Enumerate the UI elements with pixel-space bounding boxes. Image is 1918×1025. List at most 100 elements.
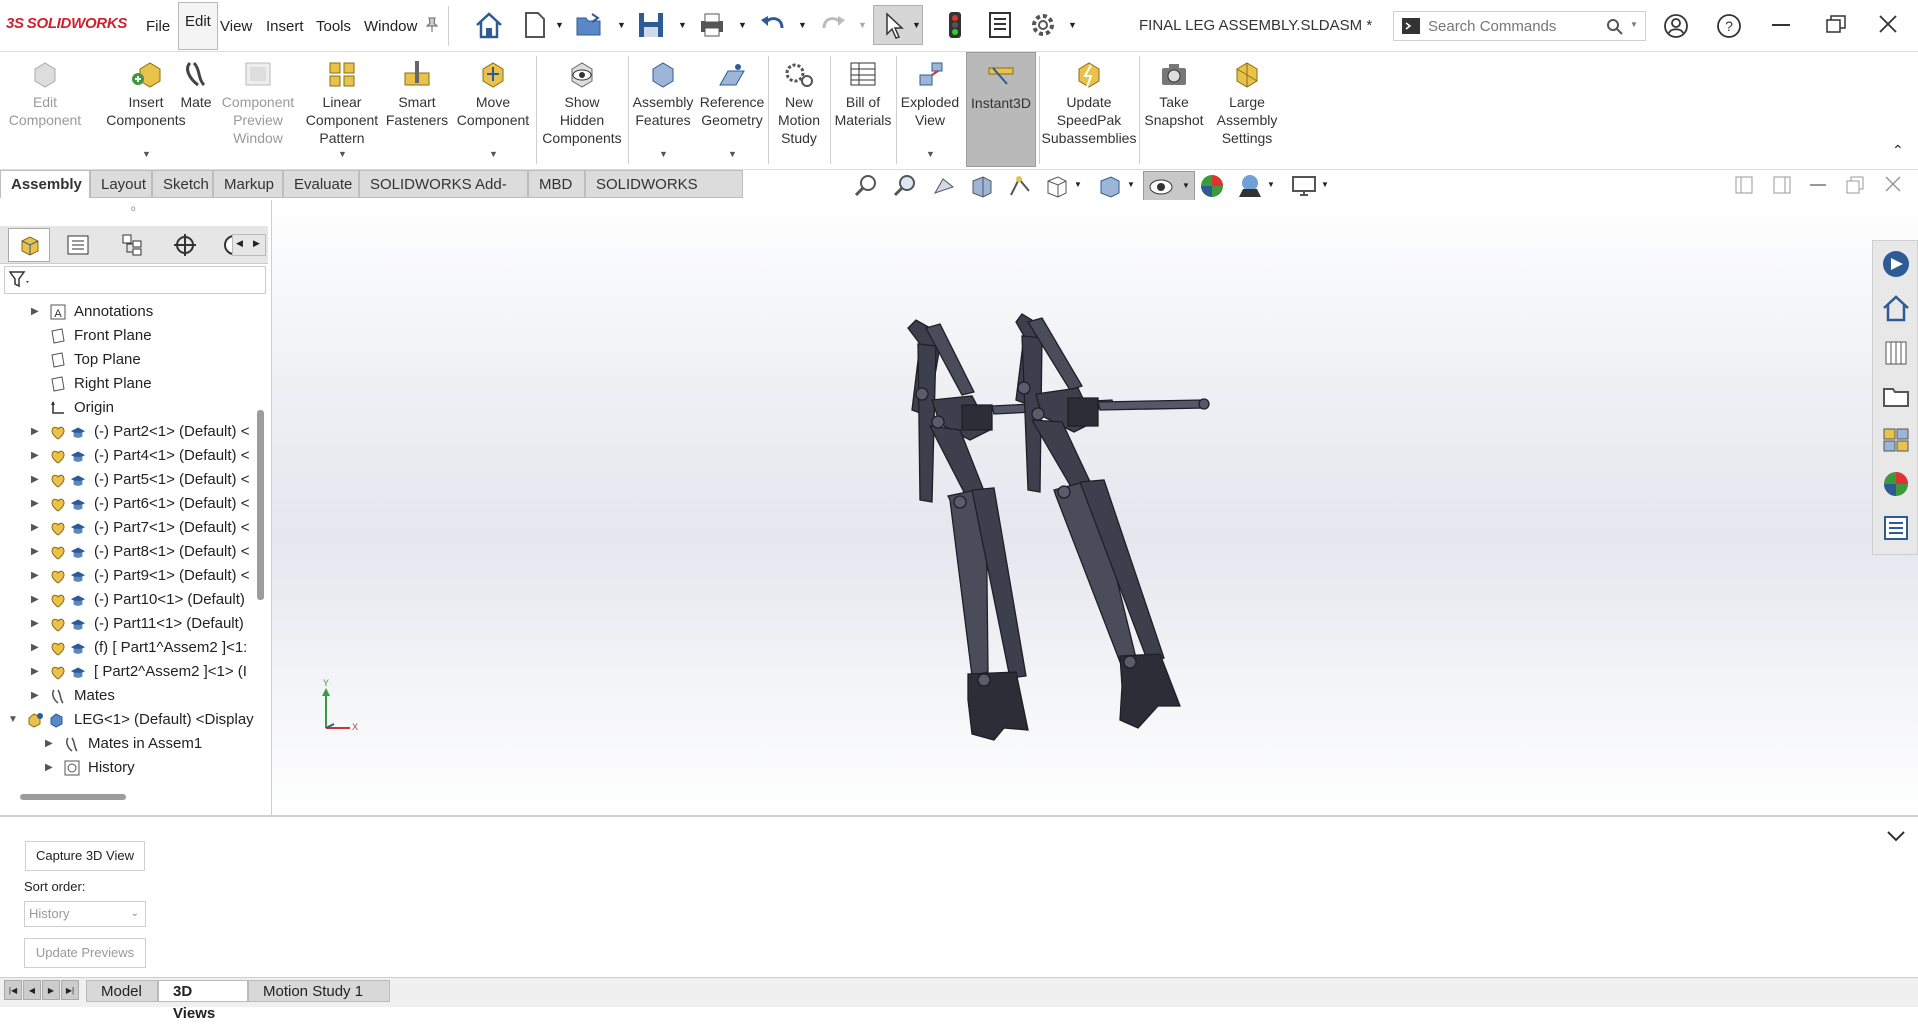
tab-solidworks-add-ins[interactable]: SOLIDWORKS Add-Ins — [359, 170, 528, 221]
edit-component-button[interactable]: Edit Component — [3, 52, 87, 167]
tab-mbd[interactable]: MBD — [528, 170, 585, 198]
scroll-right-icon[interactable]: ▶ — [253, 238, 260, 249]
pin-icon[interactable] — [425, 17, 439, 33]
exploded-view-dropdown-icon[interactable]: ▼ — [926, 145, 935, 163]
expand-arrow-icon[interactable]: ▶ — [31, 300, 39, 324]
menu-insert[interactable]: Insert — [266, 18, 304, 35]
view-settings-icon[interactable] — [1291, 173, 1317, 199]
rebuild-icon[interactable] — [940, 10, 970, 40]
user-account-icon[interactable] — [1663, 13, 1689, 39]
sort-order-select[interactable]: History ⌄ — [24, 901, 146, 927]
close-window-icon[interactable] — [1879, 15, 1897, 33]
next-tab-icon[interactable]: ▶ — [42, 980, 60, 1000]
manager-tabs-scroll[interactable]: ◀ ▶ — [232, 234, 266, 256]
graphics-area[interactable]: Y X — [272, 200, 1918, 815]
undo-icon[interactable] — [758, 10, 788, 40]
help-icon[interactable]: ? — [1716, 13, 1742, 39]
menu-file[interactable]: File — [146, 18, 170, 35]
search-icon[interactable] — [1606, 18, 1624, 36]
assembly-features-button[interactable]: Assembly Features ▼ — [630, 52, 696, 167]
redo-dropdown-icon[interactable]: ▼ — [858, 20, 867, 30]
expand-arrow-icon[interactable]: ▶ — [31, 660, 39, 684]
display-style-icon[interactable] — [1097, 173, 1123, 199]
tab-evaluate[interactable]: Evaluate — [283, 170, 359, 198]
dynamic-annotation-icon[interactable] — [1007, 173, 1033, 199]
linear-component-pattern-button[interactable]: Linear Component Pattern ▼ — [304, 52, 380, 167]
expand-arrow-icon[interactable]: ▶ — [31, 468, 39, 492]
first-tab-icon[interactable]: |◀ — [4, 980, 22, 1000]
tile-left-icon[interactable] — [1735, 176, 1753, 194]
large-assembly-settings-button[interactable]: Large Assembly Settings — [1209, 52, 1285, 167]
featuremanager-tab[interactable] — [8, 228, 50, 262]
options-gear-icon[interactable] — [1028, 10, 1058, 40]
reference-geometry-dropdown-icon[interactable]: ▼ — [728, 145, 737, 163]
expand-arrow-icon[interactable]: ▶ — [31, 636, 39, 660]
collapse-panel-chevron-icon[interactable] — [1886, 829, 1906, 843]
minimize-window-icon[interactable] — [1772, 24, 1790, 28]
show-hidden-components-button[interactable]: Show Hidden Components — [538, 52, 626, 167]
home-icon[interactable] — [474, 10, 504, 40]
section-view-icon[interactable] — [969, 173, 995, 199]
tab-motion-study-1[interactable]: Motion Study 1 — [248, 980, 390, 1002]
hide-show-items-button[interactable]: ▼ — [1143, 171, 1195, 201]
panel-grip-icon[interactable]: o — [131, 204, 135, 213]
view-settings-dropdown-icon[interactable]: ▼ — [1321, 180, 1329, 189]
open-dropdown-icon[interactable]: ▼ — [617, 20, 626, 30]
tile-right-icon[interactable] — [1773, 176, 1791, 194]
menu-view[interactable]: View — [220, 18, 252, 35]
tab-3d-views[interactable]: 3D Views — [158, 980, 248, 1022]
search-dropdown-icon[interactable]: ▼ — [1630, 20, 1638, 29]
move-component-dropdown-icon[interactable]: ▼ — [489, 145, 498, 163]
assembly-features-dropdown-icon[interactable]: ▼ — [659, 145, 668, 163]
new-dropdown-icon[interactable]: ▼ — [555, 20, 564, 30]
viewport-minimize-icon[interactable] — [1810, 184, 1826, 188]
tab-solidworks-cam[interactable]: SOLIDWORKS CAM — [585, 170, 743, 221]
options-dropdown-icon[interactable]: ▼ — [1068, 20, 1077, 30]
new-motion-study-button[interactable]: New Motion Study — [770, 52, 828, 167]
expand-arrow-icon[interactable]: ▶ — [45, 780, 53, 786]
tab-assembly[interactable]: Assembly — [0, 170, 90, 198]
tree-horizontal-scrollbar[interactable] — [20, 794, 126, 800]
appearances-icon[interactable] — [1881, 469, 1911, 499]
task-pane-home-icon[interactable] — [1881, 293, 1911, 323]
redo-icon[interactable] — [818, 10, 848, 40]
reference-geometry-button[interactable]: Reference Geometry ▼ — [698, 52, 766, 167]
custom-properties-icon[interactable] — [1881, 513, 1911, 543]
prev-tab-icon[interactable]: ◀ — [23, 980, 41, 1000]
leg-assembly-model[interactable] — [272, 200, 1918, 815]
tab-markup[interactable]: Markup — [213, 170, 283, 198]
expand-arrow-icon[interactable]: ▶ — [31, 516, 39, 540]
collapse-ribbon-icon[interactable]: ⌃ — [1892, 142, 1904, 159]
tab-model[interactable]: Model — [86, 980, 158, 1002]
capture-3d-view-button[interactable]: Capture 3D View — [25, 841, 145, 871]
viewport-close-icon[interactable] — [1885, 176, 1901, 192]
tree-filter-field[interactable] — [4, 266, 266, 294]
scene-dropdown-icon[interactable]: ▼ — [1267, 180, 1275, 189]
configurationmanager-icon[interactable] — [120, 233, 144, 257]
update-speedpak-button[interactable]: Update SpeedPak Subassemblies — [1041, 52, 1137, 167]
open-icon[interactable] — [574, 10, 604, 40]
print-dropdown-icon[interactable]: ▼ — [738, 20, 747, 30]
tree-vertical-scrollbar[interactable] — [257, 410, 264, 600]
expand-arrow-icon[interactable]: ▶ — [31, 492, 39, 516]
menu-window[interactable]: Window — [364, 18, 417, 35]
propertymanager-icon[interactable] — [66, 233, 90, 257]
menu-edit[interactable]: Edit — [178, 2, 218, 50]
dimxpertmanager-icon[interactable] — [173, 233, 197, 257]
bill-of-materials-button[interactable]: Bill of Materials — [832, 52, 894, 167]
tab-sketch[interactable]: Sketch — [152, 170, 213, 198]
file-explorer-icon[interactable] — [1881, 381, 1911, 411]
previous-view-icon[interactable] — [931, 173, 957, 199]
zoom-to-fit-icon[interactable] — [853, 173, 879, 199]
tab-layout[interactable]: Layout — [90, 170, 152, 198]
take-snapshot-button[interactable]: Take Snapshot — [1141, 52, 1207, 167]
new-document-icon[interactable] — [520, 10, 550, 40]
edit-appearance-icon[interactable] — [1199, 173, 1225, 199]
view-orientation-icon[interactable] — [1044, 173, 1070, 199]
expand-arrow-icon[interactable]: ▶ — [31, 540, 39, 564]
display-style-dropdown-icon[interactable]: ▼ — [1127, 180, 1135, 189]
select-dropdown-icon[interactable]: ▼ — [912, 20, 921, 30]
expand-arrow-icon[interactable]: ▶ — [31, 444, 39, 468]
view-palette-icon[interactable] — [1881, 425, 1911, 455]
save-dropdown-icon[interactable]: ▼ — [678, 20, 687, 30]
